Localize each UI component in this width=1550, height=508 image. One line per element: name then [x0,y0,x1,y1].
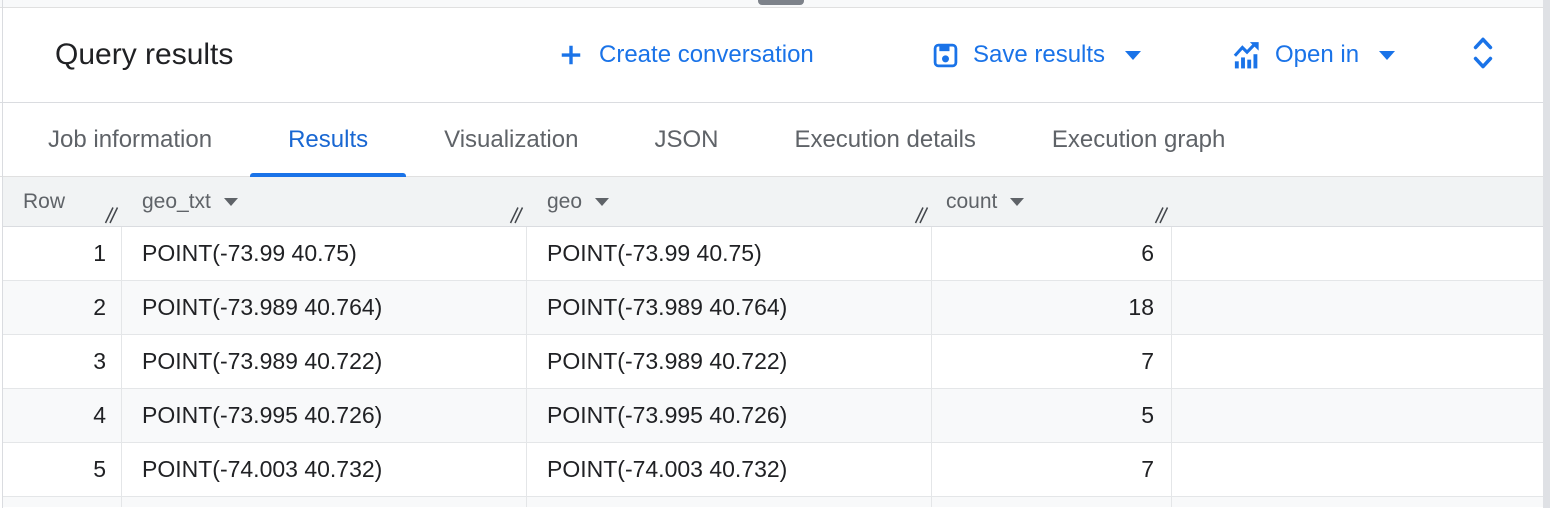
tab-bar: Job information Results Visualization JSON E… [0,103,1550,177]
column-header-geo-txt: geo_txt [122,177,527,226]
geo-txt-cell: POINT(-73.995 40.726) [122,389,527,442]
geo-cell: POINT(-73.995 40.726) [527,389,932,442]
tab-results[interactable]: Results [250,103,406,176]
column-menu-caret-icon[interactable] [1010,198,1024,206]
count-cell: 18 [932,281,1172,334]
column-menu-caret-icon[interactable] [224,198,238,206]
row-number-cell: 2 [3,281,122,334]
row-number-cell: 1 [3,227,122,280]
panel-left-border [2,0,3,508]
geo-cell: POINT(-73.989 40.764) [527,281,932,334]
table-row: 4POINT(-73.995 40.726)POINT(-73.995 40.7… [3,389,1543,443]
column-header-label: geo [547,190,582,214]
count-cell: 7 [932,443,1172,496]
page-title: Query results [55,8,233,102]
tab-json[interactable]: JSON [616,103,756,176]
row-number-cell: 3 [3,335,122,388]
geo-txt-cell: POINT(-74.003 40.732) [122,443,527,496]
chart-icon [1231,40,1262,71]
geo-cell: POINT(-73.99 40.75) [527,227,932,280]
create-conversation-button[interactable]: Create conversation [556,8,814,102]
table-header: Row geo_txt geo count [3,177,1543,227]
table-row: 1POINT(-73.99 40.75)POINT(-73.99 40.75)6 [3,227,1543,281]
tab-label: Job information [48,126,212,154]
empty-cell [1172,497,1543,507]
count-cell [932,497,1172,507]
geo-txt-cell: POINT(-73.989 40.722) [122,335,527,388]
active-tab-indicator [250,173,406,177]
column-header-label: count [946,190,997,214]
tab-label: Execution details [794,126,975,154]
save-results-button[interactable]: Save results [931,8,1141,102]
vertical-scrollbar[interactable] [1543,0,1550,508]
column-resize-handle-icon[interactable] [508,205,525,224]
column-header-row: Row [3,177,122,226]
tab-job-information[interactable]: Job information [10,103,250,176]
geo-cell [527,497,932,507]
empty-cell [1172,443,1543,496]
table-body: 1POINT(-73.99 40.75)POINT(-73.99 40.75)6… [3,227,1543,507]
count-cell: 5 [932,389,1172,442]
tab-visualization[interactable]: Visualization [406,103,616,176]
empty-cell [1172,227,1543,280]
tab-execution-details[interactable]: Execution details [756,103,1013,176]
column-header-label: Row [23,190,65,214]
column-header-label: geo_txt [142,190,211,214]
row-number-cell: 5 [3,443,122,496]
open-in-label: Open in [1275,41,1359,69]
create-conversation-label: Create conversation [599,41,814,69]
panel-resize-strip [0,0,1550,8]
table-row-partial [3,497,1543,507]
column-resize-handle-icon[interactable] [103,205,120,224]
expand-results-button[interactable] [1468,8,1498,102]
empty-cell [1172,389,1543,442]
column-header-empty [1172,177,1543,226]
empty-cell [1172,335,1543,388]
plus-icon [556,40,586,70]
table-row: 5POINT(-74.003 40.732)POINT(-74.003 40.7… [3,443,1543,497]
column-resize-handle-icon[interactable] [913,205,930,224]
empty-cell [1172,281,1543,334]
tab-label: Results [288,126,368,154]
tab-execution-graph[interactable]: Execution graph [1014,103,1263,176]
column-header-count: count [932,177,1172,226]
query-results-header: Query results Create conversation Save r… [0,8,1550,103]
column-menu-caret-icon[interactable] [595,198,609,206]
geo-txt-cell: POINT(-73.989 40.764) [122,281,527,334]
chevron-down-icon [1125,51,1141,60]
unfold-more-icon [1468,32,1498,79]
geo-cell: POINT(-73.989 40.722) [527,335,932,388]
open-in-button[interactable]: Open in [1231,8,1395,102]
count-cell: 7 [932,335,1172,388]
panel-drag-handle[interactable] [758,0,804,5]
tab-label: Execution graph [1052,126,1225,154]
tab-label: Visualization [444,126,578,154]
geo-txt-cell [122,497,527,507]
geo-cell: POINT(-74.003 40.732) [527,443,932,496]
row-number-cell: 4 [3,389,122,442]
table-row: 3POINT(-73.989 40.722)POINT(-73.989 40.7… [3,335,1543,389]
chevron-down-icon [1379,51,1395,60]
row-number-cell [3,497,122,507]
column-resize-handle-icon[interactable] [1153,205,1170,224]
table-row: 2POINT(-73.989 40.764)POINT(-73.989 40.7… [3,281,1543,335]
save-icon [931,41,960,70]
save-results-label: Save results [973,41,1105,69]
geo-txt-cell: POINT(-73.99 40.75) [122,227,527,280]
tab-label: JSON [654,126,718,154]
count-cell: 6 [932,227,1172,280]
column-header-geo: geo [527,177,932,226]
